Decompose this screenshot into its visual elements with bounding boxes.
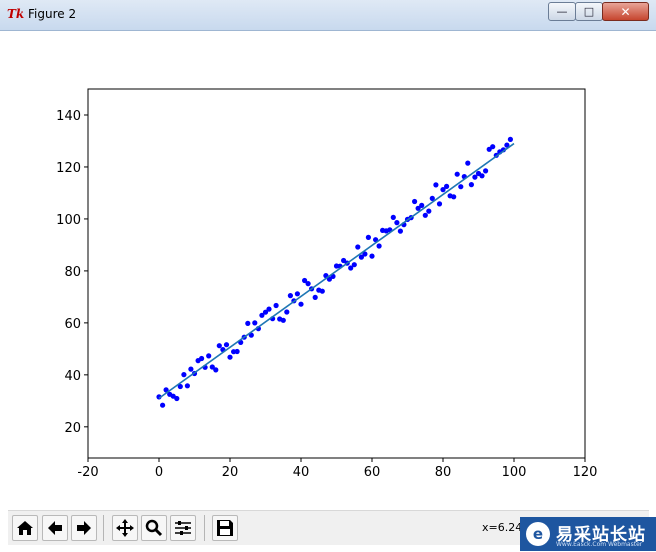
data-point [227,354,233,360]
x-tick-label: 40 [293,465,310,480]
data-point [390,214,396,220]
minimize-button[interactable]: — [548,2,576,21]
watermark-subtext: Www.Easck.Com Webmaster [556,541,643,548]
toolbar-separator [103,515,104,541]
maximize-icon: □ [583,5,595,18]
data-point [280,317,286,323]
data-point [199,355,205,362]
figure-canvas[interactable]: -20 0 20 40 60 80 100 120 20 40 60 80 100 120 140 [8,31,649,510]
data-point [507,136,513,142]
data-point [174,395,180,402]
arrow-right-icon [77,521,91,535]
close-icon: ✕ [620,4,631,19]
magnifier-icon [145,519,163,537]
data-point [234,348,240,355]
data-point [454,171,460,177]
maximize-button[interactable]: □ [575,2,603,21]
floppy-disk-icon [217,520,233,536]
data-point [433,182,439,188]
data-point [355,244,361,250]
data-point [444,183,450,189]
data-point [298,301,304,307]
data-point [294,291,300,297]
save-button[interactable] [212,515,238,541]
data-point [312,294,318,300]
data-point [184,383,190,389]
data-point [305,281,311,287]
x-tick-label: 60 [364,465,381,480]
data-point [188,366,194,372]
tk-feather-icon: Tk [7,7,25,21]
data-point [160,402,166,408]
data-point [376,243,382,249]
data-point [365,234,371,240]
data-point [483,168,489,174]
coordinate-readout: x=6.24 [482,521,523,534]
data-point [490,144,496,150]
data-point [223,342,230,348]
data-point [206,353,212,359]
data-point [394,220,400,226]
move-icon [116,519,134,537]
data-point [397,228,403,234]
sliders-icon [175,521,191,535]
watermark-logo-icon: e [526,522,550,546]
data-point [468,182,474,188]
y-tick-label: 40 [64,369,81,384]
title-bar[interactable]: Tk Figure 2 — □ ✕ [0,0,656,31]
data-point [479,173,485,179]
back-button[interactable] [42,515,68,541]
figure-window: Tk Figure 2 — □ ✕ -20 0 20 40 60 80 100 120 20 40… [0,0,656,552]
x-tick-label: 120 [573,465,598,480]
y-tick-label: 20 [64,421,81,436]
data-point [419,202,425,208]
y-tick-label: 100 [56,213,81,228]
toolbar-separator [204,515,205,541]
data-point [245,320,251,326]
x-tick-label: 20 [222,465,239,480]
x-tick-label: -20 [77,465,98,480]
y-tick-label: 80 [64,265,81,280]
data-point [436,201,443,207]
home-button[interactable] [12,515,38,541]
y-tick-label: 140 [56,109,81,124]
data-point [319,288,325,294]
data-point [369,253,375,259]
x-tick-label: 100 [502,465,527,480]
y-tick-label: 120 [56,161,81,176]
close-button[interactable]: ✕ [602,2,649,21]
data-point [213,367,219,373]
arrow-left-icon [48,521,62,535]
minimize-icon: — [556,5,568,18]
y-tick-label: 60 [64,317,81,332]
data-point [266,306,272,312]
pan-button[interactable] [112,515,138,541]
data-point [458,184,464,190]
data-point [181,372,187,378]
configure-subplots-button[interactable] [170,515,196,541]
data-point [284,309,290,315]
data-point [273,302,279,309]
data-point [412,198,418,205]
x-tick-label: 0 [155,465,163,480]
data-point [216,343,222,349]
zoom-button[interactable] [141,515,167,541]
data-point [465,160,471,166]
data-point [422,212,428,218]
forward-button[interactable] [71,515,97,541]
data-point [252,320,258,326]
scatter-plot: -20 0 20 40 60 80 100 120 20 40 60 80 100 120 140 [56,88,598,480]
data-point [287,293,293,299]
window-title: Figure 2 [28,7,77,21]
site-watermark: e 易采站长站 Www.Easck.Com Webmaster [520,517,656,551]
data-point [451,194,457,200]
x-tick-label: 80 [435,465,452,480]
data-point [426,208,432,214]
data-point [351,262,357,268]
home-icon [17,521,33,535]
